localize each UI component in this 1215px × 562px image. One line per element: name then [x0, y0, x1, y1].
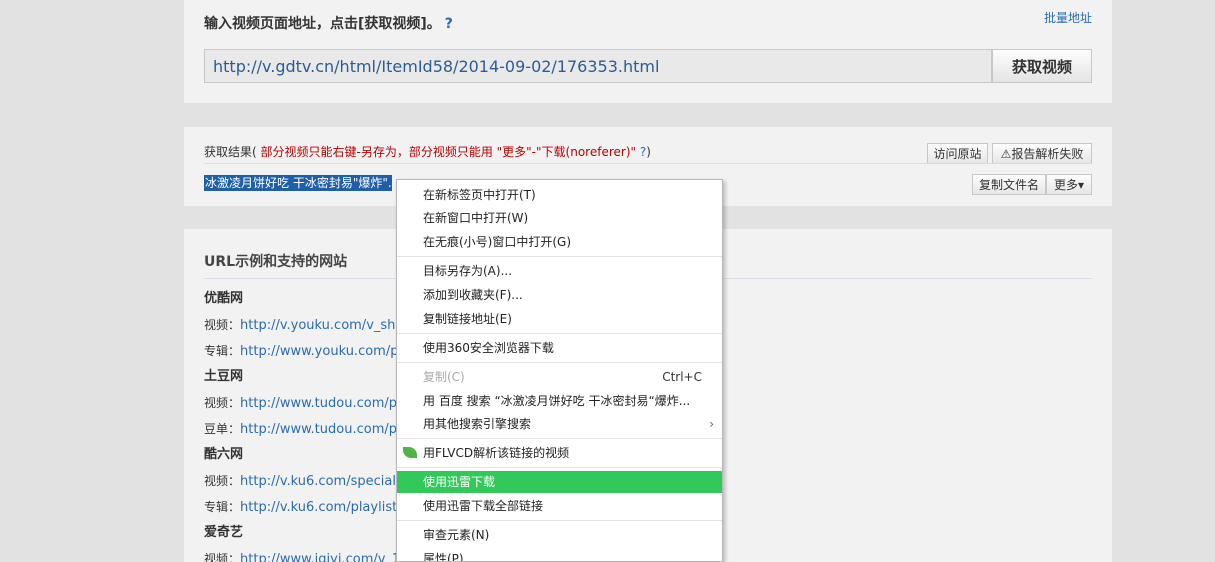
site-example-label: 专辑：	[204, 500, 241, 514]
context-menu-item-label: 添加到收藏夹(F)...	[423, 288, 523, 302]
context-menu-separator	[397, 256, 722, 257]
site-example-url[interactable]: http://www.youku.com/p	[240, 344, 398, 359]
report-failure-button[interactable]: ⚠报告解析失败	[992, 143, 1092, 164]
result-note: 部分视频只能右键-另存为，部分视频只能用 "更多"-"下载(noreferer)…	[256, 145, 640, 159]
site-example-label: 视频：	[204, 396, 241, 410]
result-label-close: )	[646, 145, 651, 159]
context-menu-item-label: 使用迅雷下载全部链接	[423, 499, 544, 513]
context-menu-separator	[397, 520, 722, 521]
context-menu-item-label: 使用迅雷下载	[423, 475, 496, 489]
context-menu-item-label: 在新标签页中打开(T)	[423, 188, 536, 202]
context-menu-item-label: 用FLVCD解析该链接的视频	[423, 446, 570, 460]
result-label-text: 获取结果(	[204, 145, 257, 159]
context-menu-item-label: 用 百度 搜索 “冰激凌月饼好吃 干冰密封易“爆炸...	[423, 394, 691, 408]
context-menu-item[interactable]: 用FLVCD解析该链接的视频	[397, 442, 722, 464]
url-input-panel: 输入视频页面地址，点击[获取视频]。? 批量地址 http://v.gdtv.c…	[184, 0, 1112, 103]
context-menu-item-label: 使用360安全浏览器下载	[423, 341, 554, 355]
context-menu-separator	[397, 333, 722, 334]
site-example-url[interactable]: http://v.ku6.com/playlist/	[240, 500, 402, 515]
context-menu-item[interactable]: 目标另存为(A)...	[397, 260, 722, 282]
visit-source-button[interactable]: 访问原站	[927, 143, 988, 164]
context-menu-item-label: 用其他搜索引擎搜索	[423, 417, 532, 431]
context-menu-separator	[397, 362, 722, 363]
copy-filename-button[interactable]: 复制文件名	[972, 174, 1046, 195]
input-instruction-text: 输入视频页面地址，点击[获取视频]。	[204, 16, 441, 32]
context-menu-item: 复制(C) Ctrl+C	[397, 366, 722, 388]
video-url-input[interactable]: http://v.gdtv.cn/html/ItemId58/2014-09-0…	[204, 49, 992, 83]
context-menu-item[interactable]: 使用360安全浏览器下载	[397, 337, 722, 359]
context-menu-item[interactable]: 属性(P)	[397, 548, 722, 562]
context-menu-item-label: 目标另存为(A)...	[423, 264, 513, 278]
site-example-url[interactable]: http://www.tudou.com/p	[240, 422, 397, 437]
input-instruction: 输入视频页面地址，点击[获取视频]。?	[204, 13, 453, 33]
site-example-label: 视频：	[204, 552, 241, 562]
help-link[interactable]: ?	[445, 16, 453, 32]
context-menu-item-label: 审查元素(N)	[423, 528, 490, 542]
context-menu-separator	[397, 467, 722, 468]
more-dropdown-button[interactable]: 更多▾	[1046, 174, 1092, 195]
context-menu-item[interactable]: 使用迅雷下载全部链接	[397, 495, 722, 517]
context-menu-item[interactable]: 添加到收藏夹(F)...	[397, 284, 722, 306]
get-video-button[interactable]: 获取视频	[992, 49, 1092, 83]
site-example-url[interactable]: http://www.iqiyi.com/v_1	[240, 552, 400, 562]
result-divider	[204, 163, 1092, 164]
context-menu-item[interactable]: 在无痕(小号)窗口中打开(G)	[397, 231, 722, 253]
context-menu-item-label: 在无痕(小号)窗口中打开(G)	[423, 235, 572, 249]
context-menu-item[interactable]: 复制链接地址(E)	[397, 308, 722, 330]
context-menu-item-label: 在新窗口中打开(W)	[423, 211, 529, 225]
site-example-url[interactable]: http://v.ku6.com/special/	[240, 474, 400, 489]
video-file-link[interactable]: 冰激凌月饼好吃 干冰密封易"爆炸".mp4	[204, 175, 392, 191]
site-example-url[interactable]: http://v.youku.com/v_show	[240, 318, 414, 333]
submenu-arrow-icon: ›	[709, 417, 714, 431]
result-label: 获取结果( 部分视频只能右键-另存为，部分视频只能用 "更多"-"下载(nore…	[204, 143, 651, 160]
context-menu-item-label: 属性(P)	[423, 552, 464, 562]
leaf-icon	[403, 447, 417, 458]
site-example-label: 豆单：	[204, 422, 241, 436]
context-menu-item[interactable]: 在新窗口中打开(W)	[397, 207, 722, 229]
context-menu-item[interactable]: 使用迅雷下载	[397, 471, 722, 493]
context-menu-item[interactable]: 审查元素(N)	[397, 524, 722, 546]
sites-title: URL示例和支持的网站	[204, 254, 348, 270]
context-menu-shortcut: Ctrl+C	[662, 370, 702, 384]
context-menu-item[interactable]: 在新标签页中打开(T)	[397, 184, 722, 206]
context-menu-item-label: 复制(C)	[423, 370, 465, 384]
site-example-label: 视频：	[204, 318, 241, 332]
site-example-label: 专辑：	[204, 344, 241, 358]
context-menu-item[interactable]: 用 百度 搜索 “冰激凌月饼好吃 干冰密封易“爆炸...	[397, 390, 722, 412]
site-example-label: 视频：	[204, 474, 241, 488]
context-menu-item-label: 复制链接地址(E)	[423, 312, 512, 326]
context-menu-separator	[397, 438, 722, 439]
batch-url-link[interactable]: 批量地址	[1044, 9, 1092, 26]
site-example-url[interactable]: http://www.tudou.com/p	[240, 396, 397, 411]
context-menu-item[interactable]: 用其他搜索引擎搜索 ›	[397, 413, 722, 435]
context-menu: 在新标签页中打开(T) 在新窗口中打开(W) 在无痕(小号)窗口中打开(G) 目标另存…	[396, 179, 723, 562]
